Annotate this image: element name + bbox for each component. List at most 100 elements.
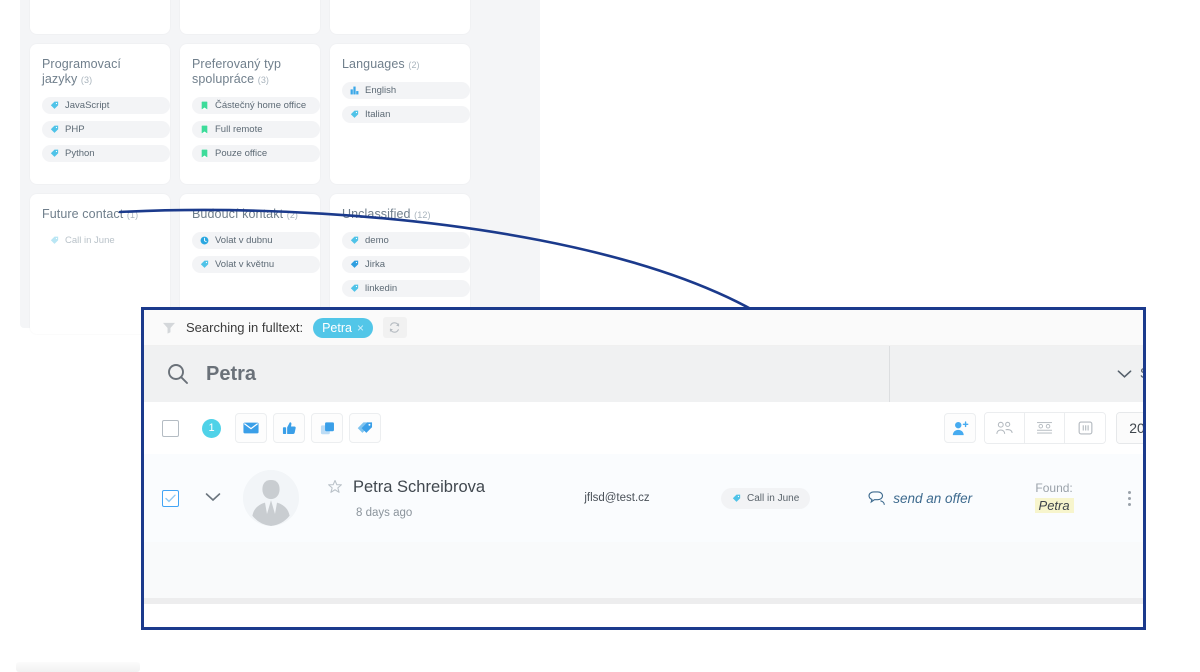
row-checkbox[interactable] <box>162 489 179 507</box>
tag-item[interactable]: Python <box>42 145 170 162</box>
tag-icon <box>50 236 59 244</box>
tag-card-title: Budoucí kontakt (2) <box>192 207 308 223</box>
tag-icon <box>50 149 59 157</box>
tag-icon <box>200 260 209 268</box>
tag-card-count: (2) <box>408 60 420 70</box>
chevron-down-icon <box>1117 370 1132 378</box>
tag-item[interactable]: Volat v dubnu <box>192 232 320 249</box>
tag-icon <box>350 110 359 118</box>
tag-item-label: demo <box>365 235 389 246</box>
tag-item[interactable]: Volat v květnu <box>192 256 320 273</box>
tag-item[interactable]: demo <box>342 232 470 249</box>
tag-card-title: Preferovaný typ spolupráce (3) <box>192 57 308 88</box>
star-outline-icon[interactable] <box>327 479 343 495</box>
add-tag-button[interactable] <box>349 413 381 443</box>
candidate-name[interactable]: Petra Schreibrova <box>353 478 485 497</box>
duplicate-button[interactable] <box>311 413 343 443</box>
send-an-offer-label: send an offer <box>893 490 973 506</box>
tag-item-label: Pouze office <box>215 148 268 159</box>
user-plus-icon <box>952 420 968 435</box>
select-all-checkbox[interactable] <box>162 419 179 437</box>
tag-icon <box>350 260 359 268</box>
add-candidate-button[interactable] <box>944 413 976 443</box>
search-scope-dropdown[interactable]: Search in ... <box>889 346 1143 402</box>
tag-item[interactable]: JavaScript <box>42 97 170 114</box>
tag-item[interactable]: Jirka <box>342 256 470 273</box>
tag-item[interactable]: English <box>342 82 470 99</box>
page-bottom-edge <box>16 662 140 672</box>
tag-card-title-text: Future contact <box>42 207 124 221</box>
candidate-name-block: Petra Schreibrova 8 days ago <box>327 478 557 519</box>
tag-icon <box>732 494 741 502</box>
tag-item[interactable]: Full remote <box>192 121 320 138</box>
view-compact-button[interactable] <box>1065 413 1105 443</box>
chat-bubbles-icon <box>868 490 886 505</box>
screenshot-root: Programovací jazyky (3) JavaScript PHP P… <box>0 0 1200 672</box>
tag-icon <box>350 236 359 244</box>
found-label: Found: <box>1035 481 1073 495</box>
search-input[interactable]: Petra <box>144 346 889 402</box>
clock-icon <box>200 236 209 245</box>
tag-card-title: Future contact (1) <box>42 207 158 223</box>
magnifier-icon <box>168 364 188 384</box>
tag-card-count: (1) <box>126 210 139 220</box>
tag-item-call-in-june[interactable]: Call in June <box>42 232 170 249</box>
tags-icon <box>357 422 373 433</box>
avatar[interactable] <box>243 470 299 526</box>
view-cards-button[interactable] <box>985 413 1025 443</box>
send-email-button[interactable] <box>235 413 267 443</box>
send-an-offer-link[interactable]: send an offer <box>868 491 972 506</box>
tag-card-clipped <box>30 0 170 34</box>
results-toolbar: 1 20 <box>144 402 1143 454</box>
tag-card-title: Languages (2) <box>342 57 458 73</box>
bookmark-icon <box>201 125 208 134</box>
tag-item-label: Italian <box>365 109 391 120</box>
tag-item[interactable]: Pouze office <box>192 145 320 162</box>
filter-chip-petra[interactable]: Petra × <box>313 317 373 338</box>
tag-item[interactable]: PHP <box>42 121 170 138</box>
selected-count-badge: 1 <box>202 418 221 438</box>
search-row: Petra Search in ... <box>144 346 1143 402</box>
table-row[interactable]: Petra Schreibrova 8 days ago jflsd@test.… <box>144 454 1143 542</box>
tag-card-title: Programovací jazyky (3) <box>42 57 158 88</box>
candidate-email[interactable]: jflsd@test.cz <box>557 492 677 504</box>
tag-card-count: (12) <box>414 210 431 220</box>
tag-item[interactable]: Italian <box>342 106 470 123</box>
bookmark-icon <box>201 149 208 158</box>
tag-item-label: Python <box>65 148 95 159</box>
chart-icon <box>350 86 359 95</box>
list-rows-icon <box>1037 422 1052 434</box>
tag-item-label: Částečný home office <box>215 100 307 111</box>
tag-card-title: Unclassified (12) <box>342 207 458 223</box>
refresh-button[interactable] <box>382 317 407 338</box>
tag-item-label: Full remote <box>215 124 263 135</box>
view-list-button[interactable] <box>1025 413 1065 443</box>
tag-item[interactable]: linkedin <box>342 280 470 297</box>
tag-item[interactable]: Částečný home office <box>192 97 320 114</box>
row-tag-call-in-june[interactable]: Call in June <box>721 487 811 509</box>
row-timestamp: 8 days ago <box>356 506 413 519</box>
tag-icon <box>50 125 59 133</box>
search-input-value: Petra <box>206 362 257 385</box>
kebab-menu-icon[interactable] <box>1128 490 1132 506</box>
page-size-20[interactable]: 20 <box>1117 413 1143 443</box>
tag-item-label: Volat v květnu <box>215 259 275 270</box>
tag-card-title-text: Budoucí kontakt <box>192 207 284 221</box>
tag-card-preferovany-typ-spoluprace[interactable]: Preferovaný typ spolupráce (3) Částečný … <box>180 44 320 184</box>
close-icon[interactable]: × <box>357 321 364 335</box>
tag-card-title-text: Unclassified <box>342 207 411 221</box>
tag-item-label: linkedin <box>365 283 398 294</box>
expand-row-button[interactable] <box>205 489 221 507</box>
tag-item-label: PHP <box>65 124 85 135</box>
tag-card-programovaci-jazyky[interactable]: Programovací jazyky (3) JavaScript PHP P… <box>30 44 170 184</box>
tag-card-languages[interactable]: Languages (2) English Italian <box>330 44 470 184</box>
tag-item-label: Jirka <box>365 259 386 270</box>
thumbs-up-button[interactable] <box>273 413 305 443</box>
tag-card-count: (3) <box>80 75 93 85</box>
tag-card-clipped <box>330 0 470 34</box>
tag-item-label: Volat v dubnu <box>215 235 273 246</box>
funnel-icon[interactable] <box>162 322 176 334</box>
page-size-group: 20 50 200 <box>1116 412 1143 444</box>
copy-icon <box>320 421 334 434</box>
found-value: Petra <box>1034 498 1074 513</box>
